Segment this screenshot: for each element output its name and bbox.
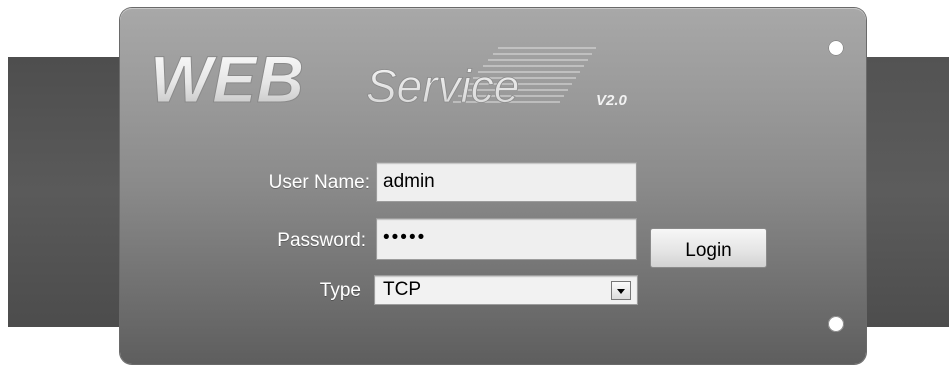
- chevron-down-icon[interactable]: [611, 281, 631, 300]
- rivet-bottom-icon: [828, 316, 844, 332]
- logo-graphic: WEB Service V2.0: [150, 42, 628, 117]
- type-select[interactable]: TCP: [374, 275, 638, 305]
- username-label: User Name:: [268, 172, 370, 193]
- login-page: WEB Service V2.0 User Name: admin Passwo…: [0, 0, 949, 368]
- logo-service-text: Service: [366, 60, 519, 112]
- decorative-band-left: [8, 57, 124, 327]
- rivet-top-icon: [828, 40, 844, 56]
- login-button[interactable]: Login: [650, 228, 767, 268]
- logo-web-text: WEB: [150, 42, 304, 116]
- web-service-logo: WEB Service V2.0: [148, 40, 668, 132]
- password-input[interactable]: •••••: [376, 218, 637, 260]
- logo-version-text: V2.0: [596, 92, 628, 109]
- type-label: Type: [319, 280, 361, 301]
- username-input[interactable]: admin: [376, 162, 637, 202]
- password-label: Password:: [277, 230, 366, 251]
